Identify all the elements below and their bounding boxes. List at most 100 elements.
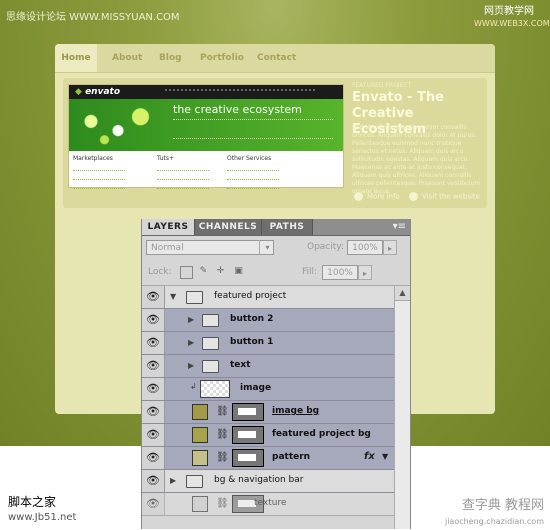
eye-icon[interactable]: 👁	[142, 309, 165, 331]
eye-icon[interactable]: 👁	[142, 447, 165, 469]
watermark-bottom-right-name: 查字典 教程网	[461, 498, 544, 513]
feature-description: Sed ut odio fermentum enim convallis ult…	[352, 124, 481, 195]
layer-name: bg & navigation bar	[214, 475, 304, 485]
tab-layers[interactable]: LAYERS	[142, 219, 195, 235]
clip-arrow-icon: ↲	[190, 382, 197, 391]
layer-texture[interactable]: 👁 ⛓ texture	[142, 493, 394, 516]
layer-image-bg[interactable]: 👁 ⛓ image bg	[142, 401, 394, 424]
collapse-triangle-icon[interactable]: ▶	[170, 476, 176, 485]
tab-channels[interactable]: CHANNELS	[195, 219, 262, 235]
layer-bg-navigation-bar[interactable]: 👁 ▶ bg & navigation bar	[142, 470, 394, 493]
layers-panel: LAYERS CHANNELS PATHS ▾≡ Normal ▾ Opacit…	[141, 219, 411, 529]
layer-name: featured project	[214, 291, 287, 301]
collapse-triangle-icon[interactable]: ▶	[188, 315, 194, 324]
info-icon	[354, 192, 363, 201]
folder-icon	[202, 360, 219, 373]
layer-featured-project-bg[interactable]: 👁 ⛓ featured project bg	[142, 424, 394, 447]
nav-contact[interactable]: Contact	[257, 53, 296, 63]
screenshot-tagline-lines	[173, 119, 333, 139]
layer-text[interactable]: 👁 ▶ text	[142, 355, 394, 378]
watermark-bottom-left: 脚本之家 www.Jb51.net	[8, 494, 76, 526]
layer-name: button 2	[230, 314, 274, 324]
eye-icon[interactable]: 👁	[142, 332, 165, 354]
expand-triangle-icon[interactable]: ▼	[170, 292, 176, 301]
link-icon: ⛓	[216, 406, 229, 417]
nav-portfolio[interactable]: Portfolio	[200, 53, 244, 63]
layer-button-1[interactable]: 👁 ▶ button 1	[142, 332, 394, 355]
watermark-top-left: 思缘设计论坛 WWW.MISSYUAN.COM	[6, 12, 180, 23]
layer-image[interactable]: 👁 ↲ image	[142, 378, 394, 401]
watermark-top-right-line2: WWW.WEB3X.COM	[474, 19, 550, 28]
featured-project: ◆ envato the creative ecosystem Marketpl…	[63, 78, 487, 208]
search-icon	[409, 192, 418, 201]
screenshot-column: Tuts+	[157, 155, 209, 189]
link-icon: ⛓	[216, 452, 229, 463]
layer-name: button 1	[230, 337, 274, 347]
layer-name: image	[240, 383, 272, 393]
fill-slider-arrow-icon[interactable]: ▸	[358, 265, 372, 280]
screenshot-tagline: the creative ecosystem	[173, 103, 302, 116]
screenshot-bokeh-image	[73, 103, 163, 149]
layer-button-2[interactable]: 👁 ▶ button 2	[142, 309, 394, 332]
more-info-button[interactable]: More info	[354, 192, 400, 201]
chevron-down-icon[interactable]: ▾	[259, 240, 275, 255]
nav-home[interactable]: Home	[55, 44, 97, 72]
folder-icon	[202, 337, 219, 350]
shape-color-swatch[interactable]	[192, 450, 208, 466]
lock-move-icon[interactable]: ✛	[215, 266, 226, 277]
shape-color-swatch[interactable]	[192, 496, 208, 512]
nav-about[interactable]: About	[112, 53, 142, 63]
layer-name: image bg	[272, 406, 320, 416]
layer-name: text	[230, 360, 251, 370]
smart-object-thumbnail-icon	[200, 380, 230, 398]
scroll-up-icon[interactable]: ▲	[395, 286, 410, 301]
vector-mask-thumbnail	[232, 403, 264, 421]
panel-menu-icon[interactable]: ▾≡	[393, 221, 406, 232]
opacity-label: Opacity:	[307, 242, 344, 252]
eye-icon[interactable]: 👁	[142, 286, 165, 308]
fill-label: Fill:	[302, 267, 318, 277]
shape-color-swatch[interactable]	[192, 404, 208, 420]
eye-icon[interactable]: 👁	[142, 401, 165, 423]
layer-featured-project[interactable]: 👁 ▼ featured project	[142, 286, 394, 309]
fill-input[interactable]: 100%	[322, 265, 358, 280]
screenshot-tabs	[165, 89, 315, 95]
screenshot-column: Marketplaces	[73, 155, 125, 189]
vector-mask-thumbnail	[232, 449, 264, 467]
lock-label: Lock:	[148, 267, 172, 277]
folder-icon	[186, 475, 203, 488]
watermark-bottom-left-url: www.Jb51.net	[8, 512, 77, 523]
shape-color-swatch[interactable]	[192, 427, 208, 443]
watermark-bottom-right: 查字典 教程网 jiaocheng.chazidian.com	[445, 498, 544, 530]
visit-website-button[interactable]: Visit the website	[409, 192, 480, 201]
folder-icon	[202, 314, 219, 327]
collapse-triangle-icon[interactable]: ▶	[188, 338, 194, 347]
lock-transparency-icon[interactable]	[180, 266, 193, 279]
lock-fill-row: Lock: ✎ ✛ ▣ Fill: 100% ▸	[142, 261, 410, 286]
opacity-slider-arrow-icon[interactable]: ▸	[383, 240, 397, 255]
watermark-bottom-right-url: jiaocheng.chazidian.com	[444, 517, 544, 526]
blend-mode-select[interactable]: Normal	[146, 240, 274, 255]
eye-icon[interactable]: 👁	[142, 470, 165, 492]
vector-mask-thumbnail	[232, 426, 264, 444]
envato-logo: ◆ envato	[75, 87, 120, 97]
blend-opacity-row: Normal ▾ Opacity: 100% ▸	[142, 236, 410, 260]
screenshot-column: Other Services	[227, 155, 279, 189]
layers-scrollbar[interactable]: ▲	[394, 286, 410, 529]
nav-blog[interactable]: Blog	[159, 53, 182, 63]
eye-icon[interactable]: 👁	[142, 493, 165, 515]
layer-pattern[interactable]: 👁 ⛓ pattern fx ▼	[142, 447, 394, 470]
lock-brush-icon[interactable]: ✎	[198, 266, 209, 277]
fx-icon[interactable]: fx	[364, 451, 375, 462]
eye-icon[interactable]: 👁	[142, 355, 165, 377]
eye-icon[interactable]: 👁	[142, 378, 165, 400]
chevron-down-icon[interactable]: ▼	[382, 452, 388, 461]
eye-icon[interactable]: 👁	[142, 424, 165, 446]
opacity-input[interactable]: 100%	[347, 240, 383, 255]
folder-icon	[186, 291, 203, 304]
tab-paths[interactable]: PATHS	[262, 219, 313, 235]
collapse-triangle-icon[interactable]: ▶	[188, 361, 194, 370]
lock-all-icon[interactable]: ▣	[233, 266, 244, 277]
watermark-top-right-line1: 网页教学网	[484, 6, 534, 17]
watermark-top-right: 网页教学网 WWW.WEB3X.COM	[474, 6, 550, 30]
